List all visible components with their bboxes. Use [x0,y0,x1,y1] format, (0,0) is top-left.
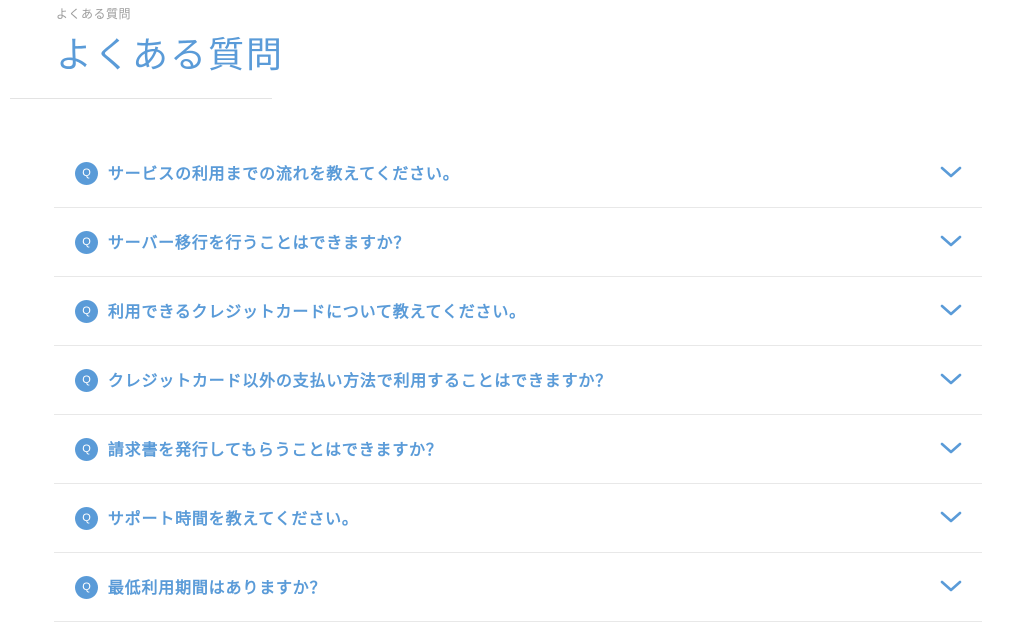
q-badge-icon: Q [75,162,98,185]
faq-item[interactable]: Q サポート時間を教えてください。 [54,484,982,553]
faq-question: サーバー移行を行うことはできますか？ [108,233,411,252]
page-title: よくある質問 [56,35,285,76]
faq-item[interactable]: Q サービスの利用までの流れを教えてください。 [54,139,982,208]
q-badge-icon: Q [75,507,98,530]
chevron-down-icon[interactable] [938,440,964,456]
faq-question: 請求書を発行してもらうことはできますか？ [108,440,443,459]
faq-item[interactable]: Q 利用できるクレジットカードについて教えてください。 [54,277,982,346]
breadcrumb[interactable]: よくある質問 [56,6,131,22]
q-badge-icon: Q [75,231,98,254]
q-badge-icon: Q [75,369,98,392]
faq-question: 最低利用期間はありますか？ [108,578,327,597]
title-divider [10,98,272,99]
faq-question: クレジットカード以外の支払い方法で利用することはできますか？ [108,371,613,390]
faq-question: 利用できるクレジットカードについて教えてください。 [108,302,526,321]
q-badge-icon: Q [75,576,98,599]
faq-list: Q サービスの利用までの流れを教えてください。 Q サーバー移行を行うことはでき… [54,139,982,622]
chevron-down-icon[interactable] [938,509,964,525]
faq-question: サポート時間を教えてください。 [108,509,359,528]
chevron-down-icon[interactable] [938,578,964,594]
chevron-down-icon[interactable] [938,164,964,180]
chevron-down-icon[interactable] [938,233,964,249]
chevron-down-icon[interactable] [938,371,964,387]
q-badge-icon: Q [75,438,98,461]
faq-item[interactable]: Q サーバー移行を行うことはできますか？ [54,208,982,277]
q-badge-icon: Q [75,300,98,323]
chevron-down-icon[interactable] [938,302,964,318]
faq-page: よくある質問 よくある質問 Q サービスの利用までの流れを教えてください。 Q … [0,0,1024,631]
faq-item[interactable]: Q クレジットカード以外の支払い方法で利用することはできますか？ [54,346,982,415]
faq-question: サービスの利用までの流れを教えてください。 [108,164,460,183]
faq-item[interactable]: Q 最低利用期間はありますか？ [54,553,982,622]
faq-item[interactable]: Q 請求書を発行してもらうことはできますか？ [54,415,982,484]
